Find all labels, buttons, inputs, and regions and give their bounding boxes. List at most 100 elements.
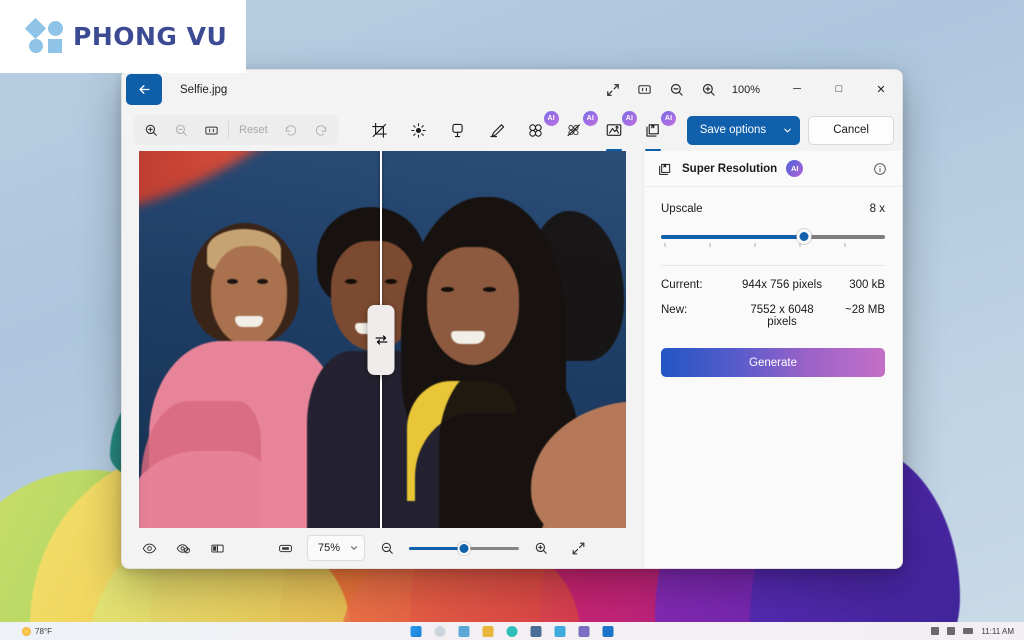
actual-size-button[interactable]: [196, 116, 226, 144]
erase-objects-tool-button[interactable]: AI: [558, 111, 598, 147]
split-view-icon: [210, 544, 224, 552]
editor-command-bar: Reset AI AI AI AI Save options Cancel: [122, 109, 902, 151]
taskview-button[interactable]: [458, 625, 470, 637]
taskbar-system-tray: 11:11 AM: [931, 627, 1014, 636]
image-stage[interactable]: [139, 151, 626, 528]
back-button[interactable]: [126, 74, 162, 105]
before-after-split-line[interactable]: [367, 151, 395, 528]
adjustment-tool-button[interactable]: [401, 113, 435, 147]
current-label: Current:: [661, 279, 703, 291]
eye-icon: [142, 543, 156, 553]
minimize-button[interactable]: ─: [776, 70, 818, 108]
desktop: PHONG VU Selfie.jpg 100% ─ □ ✕ Reset AI …: [0, 0, 1024, 640]
redo-button[interactable]: [306, 116, 336, 144]
slider-tick: [844, 243, 846, 247]
canvas-zoom-out-button[interactable]: [372, 534, 402, 562]
widgets-button[interactable]: [482, 625, 494, 637]
slider-thumb[interactable]: [457, 541, 471, 555]
canvas-zoom-slider[interactable]: [409, 540, 519, 556]
new-filesize: ~28 MB: [845, 304, 885, 316]
sun-icon: [22, 626, 31, 636]
start-button[interactable]: [410, 625, 422, 637]
window-body: 75% Super Resolution AI Upscale 8 x Curr…: [122, 151, 902, 568]
compare-icon: [176, 543, 190, 553]
photos-taskbar-button[interactable]: [602, 625, 614, 637]
pen-icon: [490, 123, 505, 137]
fullscreen-icon: [572, 542, 584, 554]
markup-tool-button[interactable]: [480, 113, 514, 147]
taskbar-weather[interactable]: 78°F: [0, 626, 52, 636]
new-label: New:: [661, 304, 688, 316]
titlebar-zoom-in-button[interactable]: [694, 76, 724, 104]
ai-badge: AI: [582, 111, 598, 126]
taskbar-temperature: 78°F: [35, 626, 52, 636]
zoom-out-button[interactable]: [166, 116, 196, 144]
panel-header: Super Resolution AI: [644, 151, 902, 187]
side-by-side-button[interactable]: [202, 534, 232, 562]
chevron-down-icon: [343, 543, 359, 553]
erase-objects-icon: [567, 123, 581, 136]
maximize-button[interactable]: □: [818, 70, 860, 108]
zoom-in-button[interactable]: [136, 116, 166, 144]
taskbar-app-buttons: [410, 625, 614, 637]
store-button[interactable]: [554, 625, 566, 637]
fit-to-window-button[interactable]: [598, 76, 628, 104]
panel-content: Upscale 8 x Current: 944x 756 pixels 300…: [644, 187, 902, 377]
generate-button[interactable]: Generate: [661, 348, 885, 377]
slider-thumb[interactable]: [796, 229, 812, 244]
super-resolution-tool-button[interactable]: AI: [636, 111, 677, 151]
upscale-value: 8 x: [869, 203, 885, 215]
show-original-button[interactable]: [134, 534, 164, 562]
battery-icon[interactable]: [963, 628, 974, 634]
volume-icon[interactable]: [947, 627, 956, 635]
filters-tool-button[interactable]: [441, 113, 475, 147]
fullscreen-button[interactable]: [563, 534, 593, 562]
teams-button[interactable]: [578, 625, 590, 637]
slider-tick: [754, 243, 756, 247]
undo-button[interactable]: [276, 116, 306, 144]
reset-button[interactable]: Reset: [231, 124, 276, 136]
zoom-in-icon: [703, 83, 716, 96]
titlebar-zoom-out-button[interactable]: [662, 76, 692, 104]
fit-image-button[interactable]: [270, 534, 300, 562]
fit-to-window-icon: [607, 83, 619, 96]
taskbar-clock[interactable]: 11:11 AM: [981, 627, 1014, 636]
upscale-label: Upscale: [661, 203, 703, 215]
before-after-split-handle[interactable]: [367, 304, 395, 375]
slider-fill: [409, 546, 464, 550]
super-resolution-panel: Super Resolution AI Upscale 8 x Current:…: [643, 151, 902, 568]
canvas-zoom-in-button[interactable]: [526, 534, 556, 562]
save-options-button[interactable]: Save options: [686, 115, 801, 145]
zoom-out-icon: [175, 124, 187, 136]
zoom-level-value: 75%: [318, 542, 341, 554]
fit-image-icon: [278, 544, 292, 552]
slider-tick: [664, 243, 666, 247]
zoom-out-icon: [381, 542, 393, 554]
explorer-button[interactable]: [530, 625, 542, 637]
network-icon[interactable]: [931, 627, 940, 635]
divider: [661, 265, 885, 266]
edge-button[interactable]: [506, 625, 518, 637]
zoom-in-icon: [535, 542, 547, 554]
background-blur-tool-button[interactable]: AI: [519, 111, 559, 147]
info-icon[interactable]: [870, 159, 890, 179]
cancel-button[interactable]: Cancel: [808, 115, 894, 145]
current-image-info-row: Current: 944x 756 pixels 300 kB: [661, 279, 885, 291]
actual-size-button[interactable]: [630, 76, 660, 104]
window-titlebar: Selfie.jpg 100% ─ □ ✕: [122, 70, 902, 109]
zoom-out-icon: [671, 83, 684, 96]
upscale-slider[interactable]: [661, 227, 885, 249]
super-resolution-icon: [646, 124, 659, 137]
current-dimensions: 944x 756 pixels: [742, 279, 822, 291]
crop-tool-button[interactable]: [362, 113, 396, 147]
super-resolution-icon: [657, 161, 673, 177]
generative-erase-tool-button[interactable]: AI: [597, 111, 637, 151]
bottombar-left-tools: [134, 534, 232, 562]
zoom-level-select[interactable]: 75%: [307, 535, 365, 561]
close-button[interactable]: ✕: [860, 70, 902, 108]
search-button[interactable]: [434, 625, 446, 637]
zoom-control-group: Reset: [134, 115, 338, 145]
ai-badge: AI: [543, 111, 559, 126]
brand-name: PHONG VU: [73, 22, 228, 51]
compare-button[interactable]: [168, 534, 198, 562]
